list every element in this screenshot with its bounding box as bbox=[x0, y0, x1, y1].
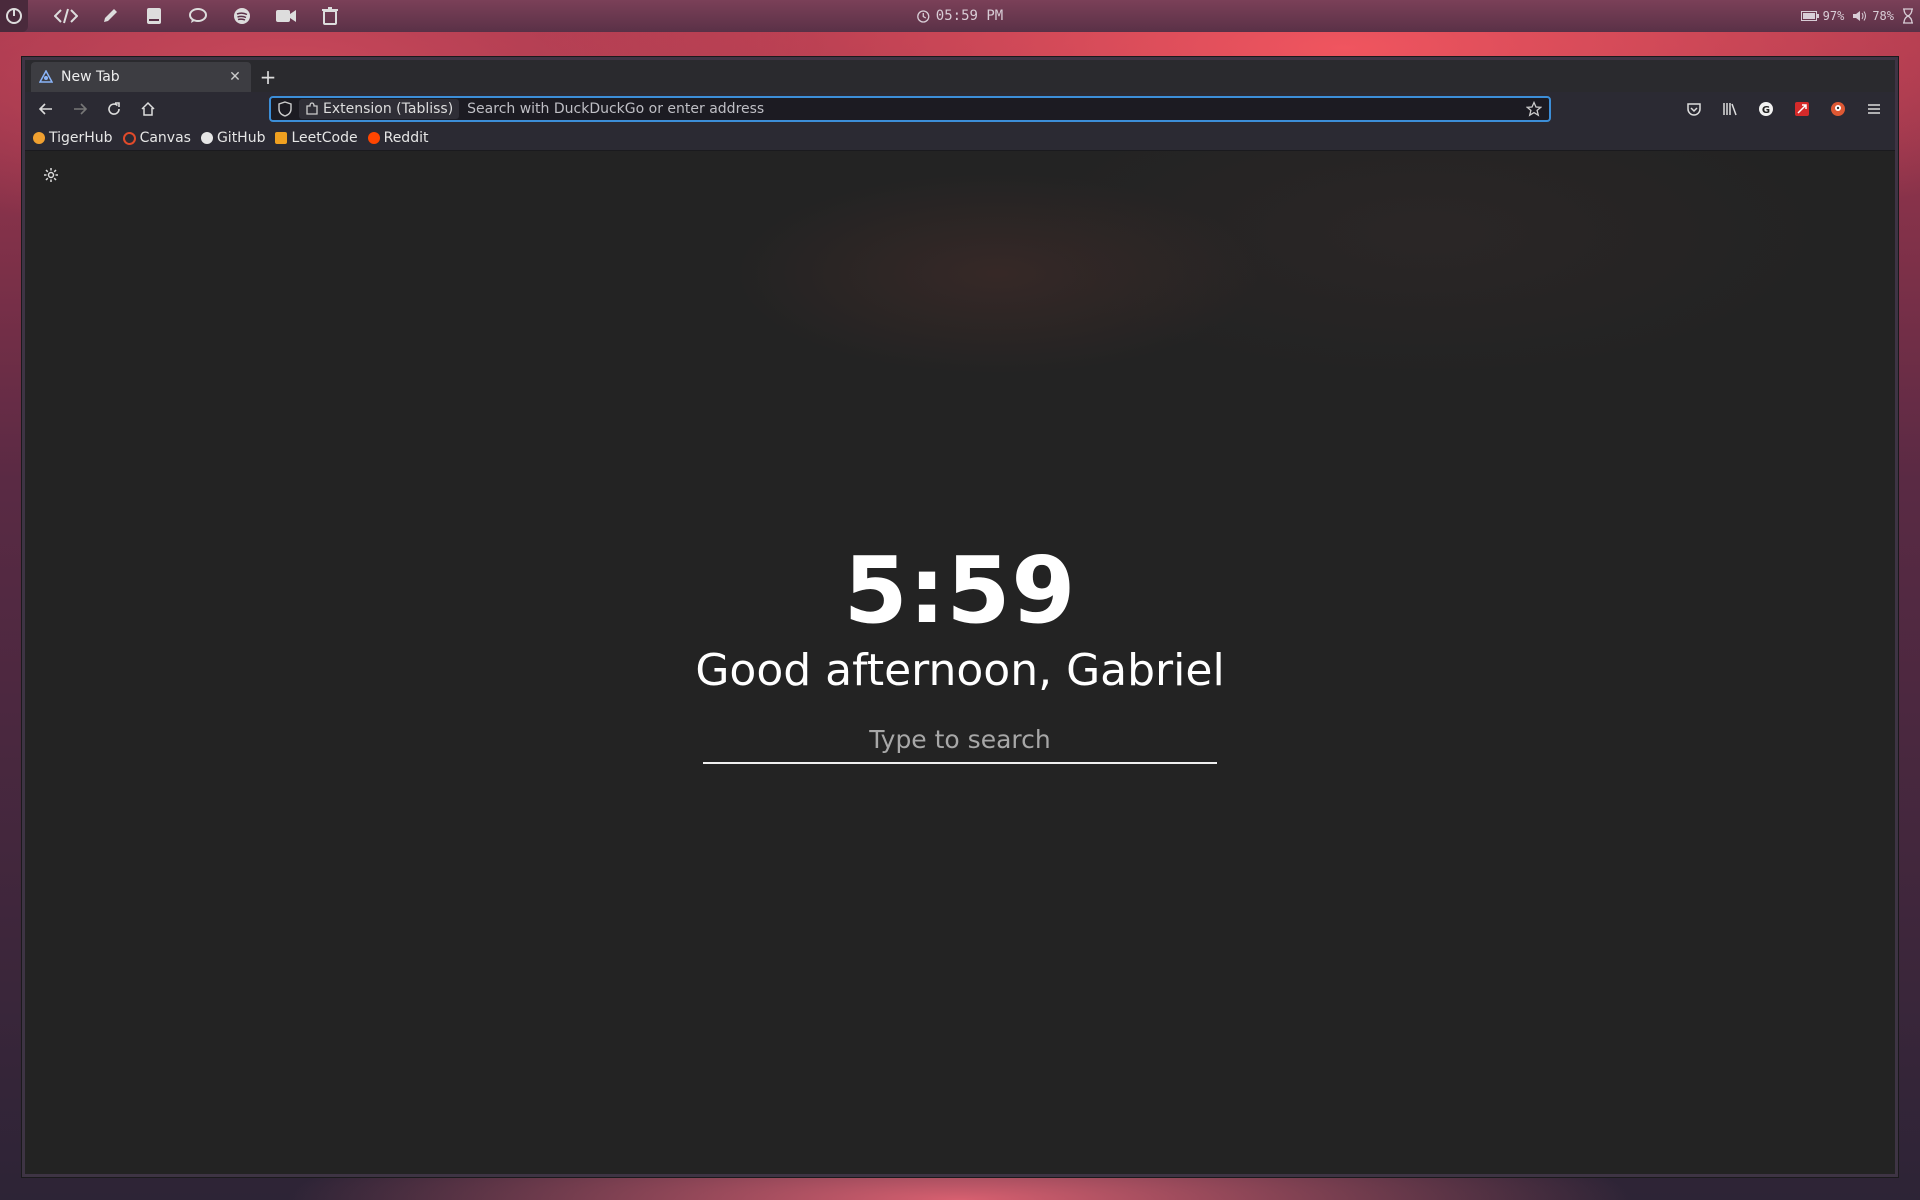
grammarly-icon[interactable]: G bbox=[1749, 94, 1783, 124]
tabliss-widgets: 5:59 Good afternoon, Gabriel bbox=[25, 541, 1895, 764]
bookmark-star-icon[interactable] bbox=[1523, 101, 1545, 117]
back-arrow-icon bbox=[38, 103, 52, 115]
duckduckgo-icon[interactable] bbox=[1821, 94, 1855, 124]
pocket-icon[interactable] bbox=[1677, 94, 1711, 124]
bookmark-label: GitHub bbox=[216, 130, 266, 146]
speaker-icon bbox=[1853, 11, 1867, 21]
new-tab-button[interactable]: + bbox=[251, 62, 285, 92]
bookmark-label: LeetCode bbox=[291, 130, 358, 146]
spotify-icon[interactable] bbox=[220, 0, 264, 32]
volume-indicator[interactable]: 78% bbox=[1852, 9, 1894, 23]
notes-icon[interactable] bbox=[132, 0, 176, 32]
system-top-panel: 05:59 PM 97% 78% bbox=[0, 0, 1920, 32]
hourglass-icon[interactable] bbox=[1902, 8, 1914, 24]
bookmark-label: Canvas bbox=[139, 130, 191, 146]
browser-window: New Tab ✕ + Extension (Tabliss) Search w… bbox=[22, 57, 1898, 1177]
battery-percent: 97% bbox=[1822, 9, 1845, 23]
bookmark-canvas[interactable]: Canvas bbox=[122, 130, 191, 146]
code-editor-icon[interactable] bbox=[44, 0, 88, 32]
settings-gear-icon[interactable] bbox=[41, 165, 61, 185]
puzzle-piece-icon bbox=[306, 102, 318, 115]
search-input[interactable] bbox=[703, 719, 1217, 762]
volume-percent: 78% bbox=[1872, 9, 1894, 23]
clock-widget: 5:59 bbox=[843, 537, 1077, 644]
extension-identity-chip[interactable]: Extension (Tabliss) bbox=[299, 99, 460, 119]
back-button[interactable] bbox=[29, 94, 63, 124]
pencil-icon[interactable] bbox=[88, 0, 132, 32]
search-widget bbox=[703, 719, 1217, 764]
extension-chip-label: Extension (Tabliss) bbox=[323, 101, 454, 117]
new-tab-page: 5:59 Good afternoon, Gabriel bbox=[25, 151, 1895, 1174]
tab-title: New Tab bbox=[61, 69, 120, 85]
battery-indicator[interactable]: 97% bbox=[1800, 9, 1845, 23]
red-extension-icon[interactable] bbox=[1785, 94, 1819, 124]
tab-strip: New Tab ✕ + bbox=[25, 60, 1895, 92]
home-button[interactable] bbox=[131, 94, 165, 124]
launcher-icon[interactable] bbox=[0, 0, 28, 32]
tab-close-icon[interactable]: ✕ bbox=[227, 69, 243, 85]
tabliss-favicon-icon bbox=[39, 70, 53, 83]
toolbar-right-group: G bbox=[1677, 94, 1891, 124]
video-icon[interactable] bbox=[264, 0, 308, 32]
canvas-favicon-icon bbox=[122, 131, 136, 145]
bookmark-label: TigerHub bbox=[49, 130, 113, 146]
forward-button[interactable] bbox=[63, 94, 97, 124]
clock-text: 05:59 PM bbox=[935, 8, 1004, 24]
bookmark-label: Reddit bbox=[383, 130, 429, 146]
menu-hamburger-icon[interactable] bbox=[1857, 94, 1891, 124]
reload-button[interactable] bbox=[97, 94, 131, 124]
url-bar[interactable]: Extension (Tabliss) bbox=[269, 96, 1551, 122]
tracking-protection-shield-icon[interactable] bbox=[275, 101, 295, 117]
navigation-toolbar: Extension (Tabliss) G bbox=[25, 92, 1895, 126]
bookmark-leetcode[interactable]: LeetCode bbox=[275, 130, 358, 146]
bookmark-tigerhub[interactable]: TigerHub bbox=[33, 130, 113, 146]
home-icon bbox=[141, 101, 155, 116]
app-launcher-bar bbox=[0, 0, 352, 32]
github-favicon-icon bbox=[200, 132, 213, 144]
greeting-widget: Good afternoon, Gabriel bbox=[695, 645, 1225, 696]
svg-text:G: G bbox=[1762, 105, 1770, 116]
tab-new-tab[interactable]: New Tab ✕ bbox=[31, 62, 251, 92]
tigerhub-favicon-icon bbox=[33, 132, 45, 144]
chat-icon[interactable] bbox=[176, 0, 220, 32]
library-icon[interactable] bbox=[1713, 94, 1747, 124]
trash-icon[interactable] bbox=[308, 0, 352, 32]
bookmarks-toolbar: TigerHub Canvas GitHub LeetCode Reddit bbox=[25, 126, 1895, 151]
address-input[interactable] bbox=[465, 101, 1523, 117]
bookmark-github[interactable]: GitHub bbox=[200, 130, 266, 146]
reddit-favicon-icon bbox=[367, 132, 380, 144]
forward-arrow-icon bbox=[74, 103, 88, 115]
panel-clock[interactable]: 05:59 PM bbox=[917, 0, 1003, 32]
clock-icon bbox=[917, 9, 930, 23]
reload-icon bbox=[108, 102, 120, 115]
leetcode-favicon-icon bbox=[275, 132, 288, 144]
system-tray: 97% 78% bbox=[1800, 0, 1914, 32]
battery-icon bbox=[1800, 11, 1819, 21]
bookmark-reddit[interactable]: Reddit bbox=[367, 130, 429, 146]
